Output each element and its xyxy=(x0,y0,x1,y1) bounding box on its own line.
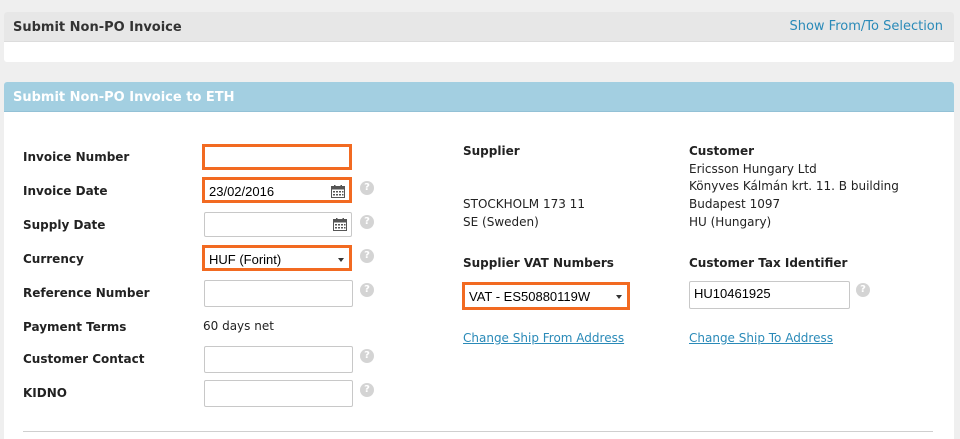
reference-number-label: Reference Number xyxy=(23,286,150,300)
customer-contact-help-icon[interactable]: ? xyxy=(360,349,374,363)
show-from-to-selection-link[interactable]: Show From/To Selection xyxy=(789,19,943,34)
divider xyxy=(23,431,933,432)
top-header-bar: Submit Non-PO Invoice Show From/To Selec… xyxy=(4,12,954,42)
kidno-help-icon[interactable]: ? xyxy=(360,383,374,397)
reference-number-help-icon[interactable]: ? xyxy=(360,283,374,297)
calendar-icon[interactable] xyxy=(333,218,347,231)
customer-name: Ericsson Hungary Ltd xyxy=(689,162,817,176)
customer-tax-heading: Customer Tax Identifier xyxy=(689,256,848,270)
form-header-bar: Submit Non-PO Invoice to ETH xyxy=(4,82,954,112)
currency-selected-value: HUF (Forint) xyxy=(209,252,282,267)
invoice-number-input[interactable] xyxy=(202,144,352,170)
invoice-date-label: Invoice Date xyxy=(23,184,108,198)
currency-help-icon[interactable]: ? xyxy=(360,249,374,263)
supplier-country-line: SE (Sweden) xyxy=(463,215,539,229)
customer-tax-identifier-input[interactable]: HU10461925 xyxy=(689,281,850,309)
supplier-vat-heading: Supplier VAT Numbers xyxy=(463,256,614,270)
reference-number-input[interactable] xyxy=(204,280,353,307)
chevron-down-icon xyxy=(338,258,344,262)
change-ship-from-address-link[interactable]: Change Ship From Address xyxy=(463,331,624,345)
supplier-vat-select[interactable]: VAT - ES50880119W xyxy=(462,282,630,310)
invoice-date-input[interactable]: 23/02/2016 xyxy=(202,177,352,203)
supplier-vat-selected-value: VAT - ES50880119W xyxy=(469,289,591,304)
invoice-number-label: Invoice Number xyxy=(23,150,130,164)
currency-select[interactable]: HUF (Forint) xyxy=(202,245,352,271)
supplier-heading: Supplier xyxy=(463,144,520,158)
customer-contact-label: Customer Contact xyxy=(23,352,145,366)
customer-tax-help-icon[interactable]: ? xyxy=(856,283,870,297)
customer-heading: Customer xyxy=(689,144,755,158)
form-title: Submit Non-PO Invoice to ETH xyxy=(13,90,235,105)
customer-country: HU (Hungary) xyxy=(689,215,772,229)
customer-contact-input[interactable] xyxy=(204,346,353,373)
customer-address-line-1: Könyves Kálmán krt. 11. B building xyxy=(689,179,899,193)
supply-date-input[interactable] xyxy=(204,212,352,237)
invoice-date-help-icon[interactable]: ? xyxy=(360,181,374,195)
top-panel: Submit Non-PO Invoice Show From/To Selec… xyxy=(4,12,954,62)
payment-terms-label: Payment Terms xyxy=(23,320,127,334)
payment-terms-value: 60 days net xyxy=(203,319,274,333)
invoice-date-value: 23/02/2016 xyxy=(209,184,275,199)
supplier-city-line: STOCKHOLM 173 11 xyxy=(463,197,585,211)
kidno-input[interactable] xyxy=(204,380,353,407)
change-ship-to-address-link[interactable]: Change Ship To Address xyxy=(689,331,833,345)
kidno-label: KIDNO xyxy=(23,386,67,400)
invoice-form-panel: Submit Non-PO Invoice to ETH Invoice Num… xyxy=(4,82,954,439)
supply-date-help-icon[interactable]: ? xyxy=(360,215,374,229)
chevron-down-icon xyxy=(616,295,622,299)
currency-label: Currency xyxy=(23,252,84,266)
calendar-icon[interactable] xyxy=(331,185,345,198)
customer-address-line-2: Budapest 1097 xyxy=(689,197,781,211)
page-title: Submit Non-PO Invoice xyxy=(13,20,182,35)
supply-date-label: Supply Date xyxy=(23,218,106,232)
